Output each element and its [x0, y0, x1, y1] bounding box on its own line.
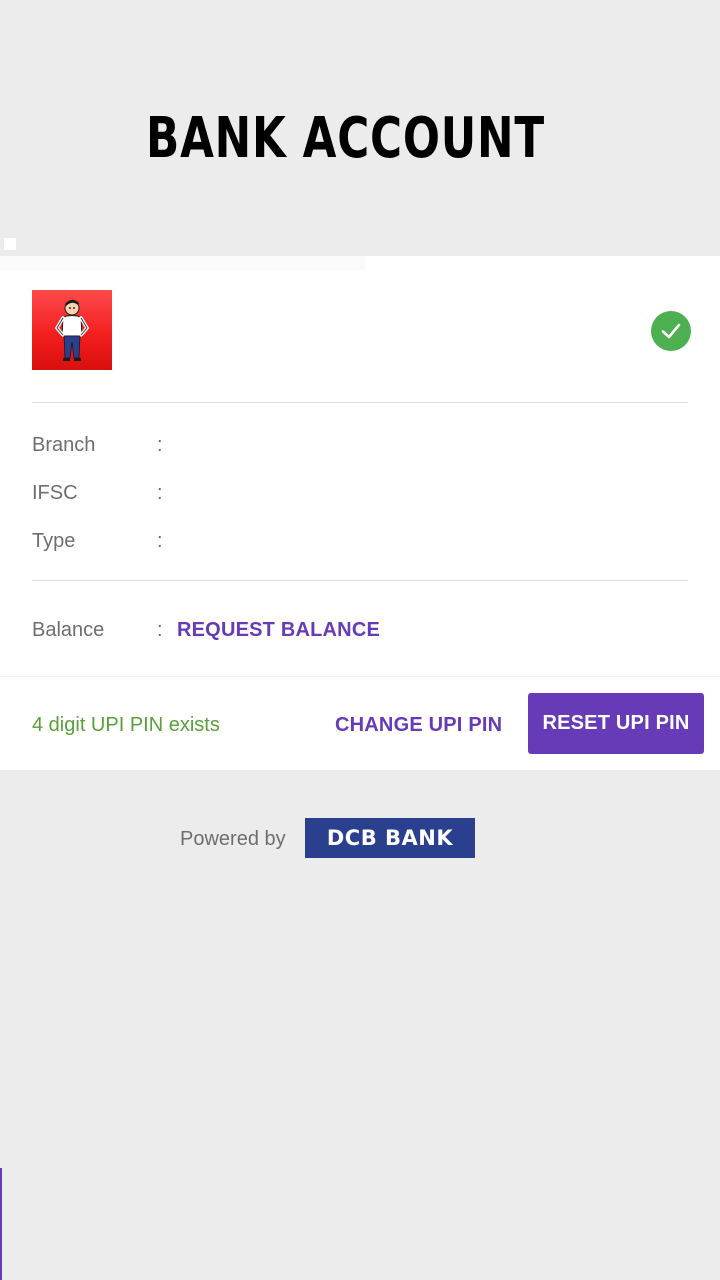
corner-marker	[4, 238, 16, 250]
header-area: BANK ACCOUNT	[0, 0, 720, 256]
type-separator: :	[157, 530, 163, 552]
request-balance-link[interactable]: REQUEST BALANCE	[177, 618, 380, 642]
change-upi-pin-button[interactable]: CHANGE UPI PIN	[335, 713, 502, 737]
ifsc-label: IFSC	[32, 482, 78, 504]
card-top-strip	[0, 256, 365, 270]
branch-separator: :	[157, 434, 163, 456]
divider-top	[32, 402, 688, 403]
check-circle-icon	[651, 311, 691, 351]
branch-label: Branch	[32, 434, 96, 456]
type-label: Type	[32, 530, 76, 552]
bank-account-card: Branch : IFSC : Type : Balance : REQUEST…	[0, 256, 720, 676]
bank-logo	[32, 290, 112, 370]
balance-separator: :	[157, 619, 163, 641]
powered-by-label: Powered by	[180, 828, 286, 850]
left-edge-indicator	[0, 1168, 2, 1280]
bank-mascot-logo-icon	[54, 299, 90, 361]
balance-label: Balance	[32, 619, 105, 641]
pin-status-text: 4 digit UPI PIN exists	[32, 714, 220, 736]
divider-bottom	[32, 580, 688, 581]
page-title: BANK ACCOUNT	[146, 106, 545, 171]
reset-upi-pin-button[interactable]: RESET UPI PIN	[528, 693, 704, 754]
upi-pin-bar: 4 digit UPI PIN exists CHANGE UPI PIN RE…	[0, 677, 720, 770]
dcb-bank-logo: DCB BANK	[305, 818, 475, 858]
ifsc-separator: :	[157, 482, 163, 504]
